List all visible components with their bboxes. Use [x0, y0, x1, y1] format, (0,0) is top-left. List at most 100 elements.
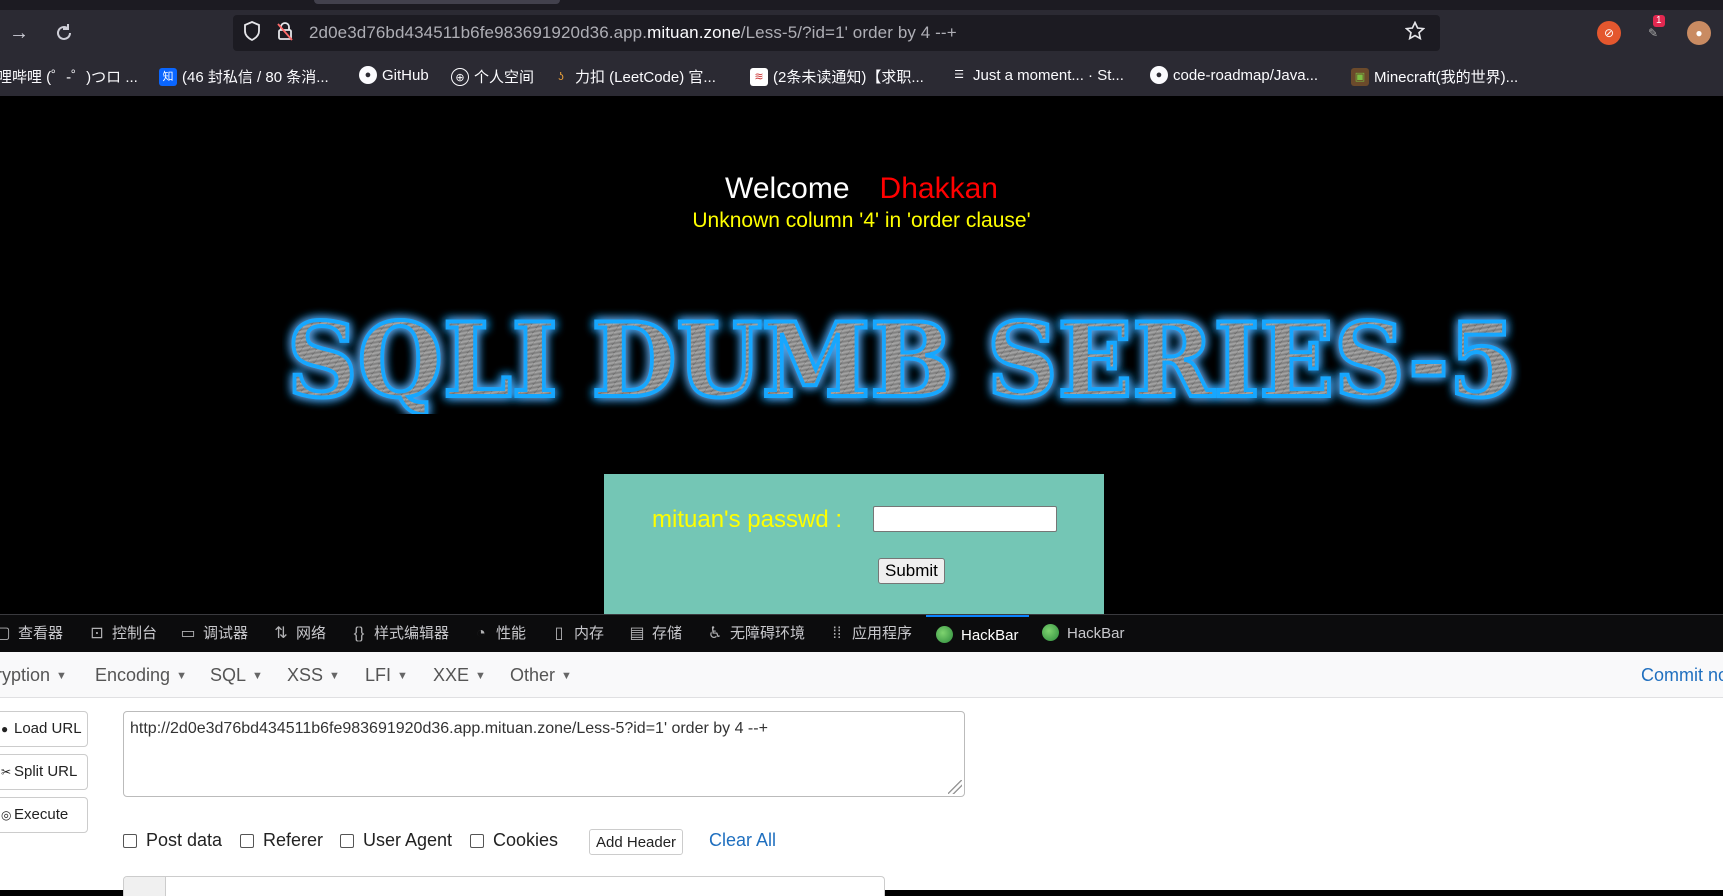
- tab-performance[interactable]: ◔ 性能: [472, 615, 526, 652]
- menu-other[interactable]: Other ▼: [510, 665, 572, 686]
- tab-hackbar-active[interactable]: HackBar: [926, 615, 1029, 652]
- bookmark-label: 哩哔哩 (゜-゜)つロ ...: [0, 69, 138, 86]
- execute-button[interactable]: ◎ Execute: [0, 797, 88, 833]
- bookmark-personal-space[interactable]: ⊕ 个人空间: [451, 66, 534, 87]
- blocker-extension-icon[interactable]: ⊘: [1597, 21, 1621, 45]
- user-agent-checkbox[interactable]: User Agent: [340, 830, 452, 851]
- menu-xss[interactable]: XSS ▼: [287, 665, 340, 686]
- menu-label: LFI: [365, 665, 392, 685]
- split-url-button[interactable]: ✂ Split URL: [0, 754, 88, 790]
- menu-label: XXE: [433, 665, 470, 685]
- checkbox-box[interactable]: [240, 833, 254, 848]
- leetcode-icon: ʖ: [558, 70, 564, 83]
- debugger-icon: ▭: [180, 625, 196, 642]
- password-input[interactable]: [873, 506, 1057, 532]
- tab-storage[interactable]: ▤ 存储: [628, 615, 682, 652]
- menu-xxe[interactable]: XXE ▼: [433, 665, 486, 686]
- referer-checkbox[interactable]: Referer: [240, 830, 323, 851]
- header-key-cell[interactable]: [124, 877, 166, 896]
- bookmark-nowcoder[interactable]: ≋ (2条未读通知)【求职...: [750, 66, 924, 87]
- tab-inspector[interactable]: ▢ 查看器: [0, 615, 63, 652]
- zhihu-icon: 知: [159, 67, 177, 86]
- forward-arrow-icon[interactable]: →: [5, 19, 33, 47]
- active-tab-edge[interactable]: [314, 0, 560, 4]
- checkbox-box[interactable]: [340, 833, 354, 848]
- url-text[interactable]: 2d0e3d76bd434511b6fe983691920d36.app.mit…: [309, 23, 957, 43]
- commit-link[interactable]: Commit no: [1641, 665, 1723, 686]
- profile-avatar-icon[interactable]: ●: [1687, 21, 1711, 45]
- bookmark-minecraft[interactable]: ▣ Minecraft(我的世界)...: [1351, 66, 1518, 87]
- checkbox-label: Post data: [146, 830, 223, 850]
- tab-label: HackBar: [961, 627, 1019, 644]
- menu-encryption[interactable]: ryption ▼: [0, 665, 67, 686]
- resize-grip-icon[interactable]: [948, 780, 962, 794]
- chevron-down-icon: ▼: [56, 670, 67, 682]
- bookmark-leetcode[interactable]: ʖ 力扣 (LeetCode) 官...: [552, 66, 716, 87]
- bookmark-star-icon[interactable]: [1403, 20, 1427, 45]
- tab-label: 性能: [496, 625, 527, 642]
- tab-label: 存储: [652, 625, 683, 642]
- header-input-row[interactable]: [123, 876, 885, 896]
- add-header-button[interactable]: Add Header: [589, 829, 684, 855]
- tab-accessibility[interactable]: ♿ 无障碍环境: [706, 615, 805, 652]
- login-form: mituan's passwd : Submit: [604, 474, 1104, 614]
- tab-label: 无障碍环境: [730, 625, 806, 642]
- password-label: mituan's passwd :: [652, 506, 842, 533]
- tab-hackbar[interactable]: HackBar: [1042, 615, 1125, 652]
- hackbar-menu-bar: ryption ▼ Encoding ▼ SQL ▼ XSS ▼ LFI ▼ XXE ▼ O…: [0, 652, 1723, 698]
- bookmark-github[interactable]: ● GitHub: [359, 66, 429, 84]
- navigation-toolbar: → 2d0e3d76bd434511b6fe983691920d36.app.m…: [0, 10, 1723, 56]
- tab-application[interactable]: ⁞⁞ 应用程序: [828, 615, 912, 652]
- chevron-down-icon: ▼: [397, 670, 408, 682]
- tab-debugger[interactable]: ▭ 调试器: [179, 615, 248, 652]
- post-data-checkbox[interactable]: Post data: [123, 830, 222, 851]
- bookmark-stackoverflow[interactable]: ☰ Just a moment... · St...: [950, 66, 1124, 84]
- menu-label: ryption: [0, 665, 51, 685]
- shield-icon[interactable]: [240, 21, 264, 45]
- tab-label: 内存: [574, 625, 605, 642]
- accessibility-icon: ♿: [707, 625, 723, 642]
- url-domain: mituan.zone: [647, 23, 741, 42]
- cookies-checkbox[interactable]: Cookies: [470, 830, 558, 851]
- insecure-lock-icon[interactable]: [273, 21, 297, 45]
- menu-lfi[interactable]: LFI ▼: [365, 665, 408, 686]
- bookmark-zhihu[interactable]: 知 (46 封私信 / 80 条消...: [159, 66, 329, 87]
- hackbar-icon: [936, 626, 953, 643]
- grid-icon: ⁞⁞: [832, 625, 842, 642]
- url-host-prefix: 2d0e3d76bd434511b6fe983691920d36.app.: [309, 23, 648, 42]
- checkbox-box[interactable]: [123, 833, 137, 848]
- bookmark-bilibili[interactable]: 哩哔哩 (゜-゜)つロ ...: [0, 66, 138, 87]
- tab-network[interactable]: ⇅ 网络: [272, 615, 326, 652]
- extension-with-badge-icon[interactable]: ✎ 1: [1641, 15, 1665, 45]
- load-url-button[interactable]: ● Load URL: [0, 711, 88, 747]
- clear-all-link[interactable]: Clear All: [709, 830, 776, 851]
- extension-badge: 1: [1653, 15, 1665, 27]
- minecraft-icon: ▣: [1351, 67, 1369, 86]
- bookmark-code-roadmap[interactable]: ● code-roadmap/Java...: [1150, 66, 1318, 84]
- nowcoder-icon: ≋: [750, 67, 768, 86]
- execute-icon: ◎: [1, 808, 12, 822]
- menu-encoding[interactable]: Encoding ▼: [95, 665, 187, 686]
- sql-error-message: Unknown column '4' in 'order clause': [692, 209, 1031, 232]
- bookmark-label: (2条未读通知)【求职...: [773, 69, 924, 86]
- menu-sql[interactable]: SQL ▼: [210, 665, 263, 686]
- welcome-name: Dhakkan: [879, 172, 998, 205]
- address-bar[interactable]: 2d0e3d76bd434511b6fe983691920d36.app.mit…: [233, 15, 1440, 51]
- tab-memory[interactable]: ▯ 内存: [550, 615, 604, 652]
- tab-strip: [0, 0, 1723, 10]
- reload-icon[interactable]: [50, 19, 78, 47]
- button-label: Execute: [14, 806, 69, 823]
- tab-console[interactable]: ⊡ 控制台: [88, 615, 157, 652]
- hackbar-icon: [1042, 624, 1059, 641]
- button-label: Load URL: [14, 720, 82, 737]
- tab-label: 网络: [296, 625, 327, 642]
- checkbox-label: Cookies: [493, 830, 559, 850]
- gauge-icon: ◔: [476, 625, 486, 642]
- memory-icon: ▯: [554, 625, 564, 642]
- stack-icon: ☰: [954, 69, 964, 81]
- tab-style-editor[interactable]: {} 样式编辑器: [350, 615, 449, 652]
- submit-button[interactable]: Submit: [878, 558, 945, 584]
- hackbar-url-textarea[interactable]: http://2d0e3d76bd434511b6fe983691920d36.…: [123, 711, 965, 797]
- devtools-tab-bar: ▢ 查看器 ⊡ 控制台 ▭ 调试器 ⇅ 网络 {} 样式编辑器 ◔ 性能 ▯ 内存 ▤ 存储 ♿…: [0, 614, 1723, 652]
- checkbox-box[interactable]: [470, 833, 484, 848]
